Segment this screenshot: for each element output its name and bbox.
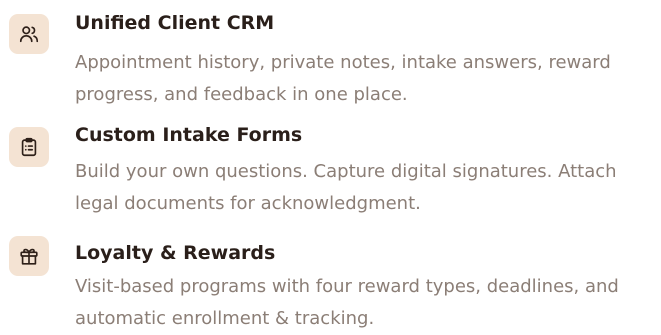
feature-icon-badge <box>9 14 49 54</box>
feature-title: Loyalty & Rewards <box>75 242 276 264</box>
gift-icon <box>20 248 38 265</box>
feature-list: Unified Client CRM Appointment history, … <box>0 0 661 330</box>
feature-description: Appointment history, private notes, inta… <box>75 52 611 105</box>
feature-icon-badge <box>9 127 49 167</box>
clipboard-list-icon <box>21 137 37 157</box>
feature-description: Visit-based programs with four reward ty… <box>75 276 619 329</box>
feature-title: Unified Client CRM <box>75 12 275 34</box>
feature-title: Custom Intake Forms <box>75 124 303 146</box>
users-icon <box>19 26 39 43</box>
feature-icon-badge <box>9 236 49 276</box>
feature-description: Build your own questions. Capture digita… <box>75 161 617 214</box>
